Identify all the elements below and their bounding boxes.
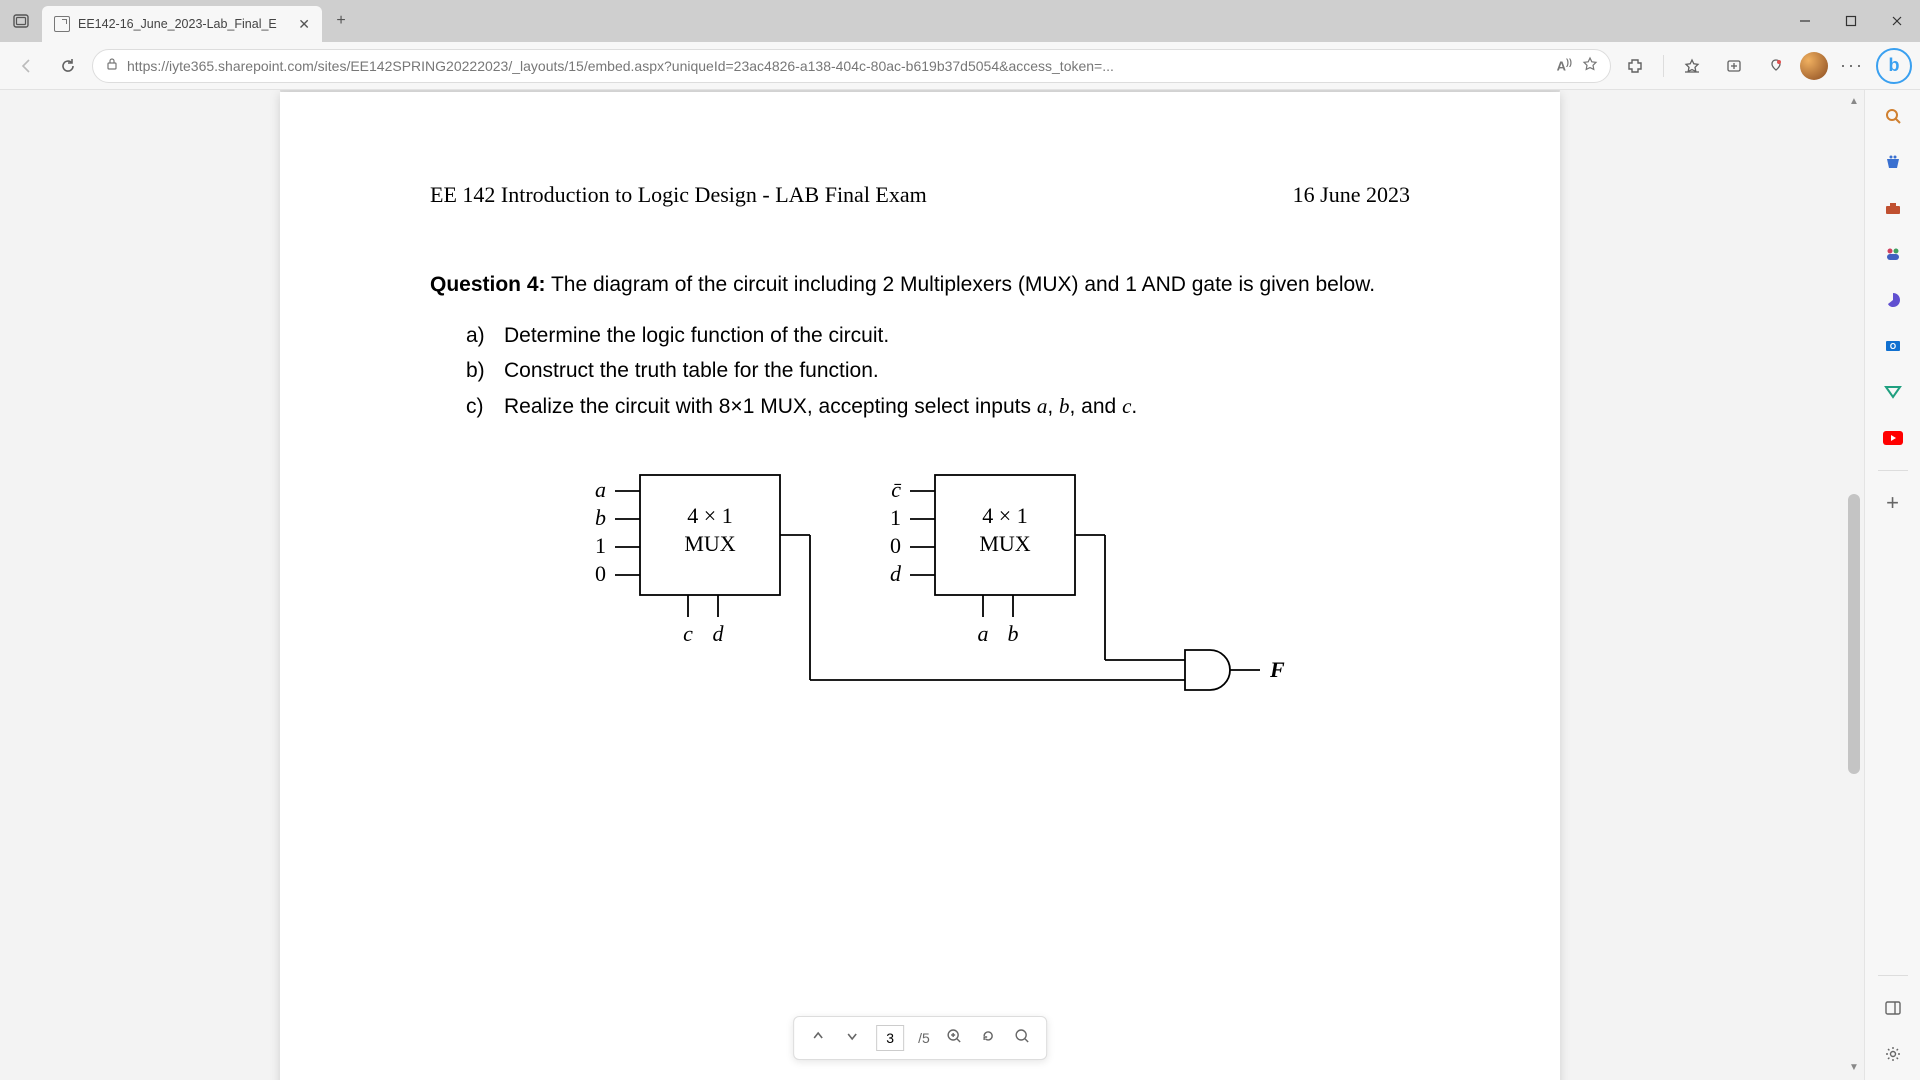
svg-text:1: 1 <box>890 505 901 530</box>
drop-icon[interactable] <box>1879 378 1907 406</box>
part-c-text: Realize the circuit with 8×1 MUX, accept… <box>504 389 1137 425</box>
minimize-button[interactable] <box>1782 0 1828 42</box>
add-sidebar-button[interactable]: + <box>1879 489 1907 517</box>
svg-text:c: c <box>683 621 693 646</box>
close-window-button[interactable] <box>1874 0 1920 42</box>
page-total: /5 <box>918 1030 930 1046</box>
favorite-icon[interactable] <box>1582 56 1598 75</box>
url-text: https://iyte365.sharepoint.com/sites/EE1… <box>127 58 1549 74</box>
svg-text:b: b <box>1008 621 1019 646</box>
part-c-label: c) <box>466 389 490 425</box>
browser-tab[interactable]: EE142-16_June_2023-Lab_Final_E ✕ <box>42 6 322 42</box>
rotate-button[interactable] <box>978 1028 998 1049</box>
svg-text:F: F <box>1269 657 1285 682</box>
svg-text:4 × 1: 4 × 1 <box>687 503 732 528</box>
svg-text:0: 0 <box>890 533 901 558</box>
scroll-up-icon[interactable]: ▲ <box>1846 94 1862 110</box>
question-text: The diagram of the circuit including 2 M… <box>546 273 1376 296</box>
close-tab-icon[interactable]: ✕ <box>298 16 310 33</box>
pdf-toolbar: /5 <box>793 1016 1047 1060</box>
svg-text:c̄: c̄ <box>891 477 902 502</box>
svg-text:O: O <box>1889 342 1895 351</box>
circuit-diagram: 4 × 1 MUX a b 1 0 c d <box>570 465 1410 730</box>
svg-text:MUX: MUX <box>684 531 735 556</box>
doc-course-title: EE 142 Introduction to Logic Design - LA… <box>430 182 927 208</box>
shopping-icon[interactable] <box>1879 148 1907 176</box>
outlook-icon[interactable]: O <box>1879 332 1907 360</box>
youtube-icon[interactable] <box>1879 424 1907 452</box>
document-page: EE 142 Introduction to Logic Design - LA… <box>280 92 1560 1080</box>
page-number-input[interactable] <box>876 1025 904 1051</box>
maximize-button[interactable] <box>1828 0 1874 42</box>
file-icon <box>54 16 70 32</box>
extensions-icon[interactable] <box>1617 48 1653 84</box>
back-button[interactable] <box>8 48 44 84</box>
read-aloud-icon[interactable]: A)) <box>1557 57 1572 73</box>
browser-essentials-icon[interactable] <box>1758 48 1794 84</box>
svg-text:d: d <box>713 621 725 646</box>
games-icon[interactable] <box>1879 240 1907 268</box>
svg-text:MUX: MUX <box>979 531 1030 556</box>
zoom-in-button[interactable] <box>944 1028 964 1049</box>
scroll-down-icon[interactable]: ▼ <box>1846 1060 1862 1076</box>
lock-icon <box>105 57 119 74</box>
new-tab-button[interactable]: + <box>326 6 356 36</box>
part-a-text: Determine the logic function of the circ… <box>504 318 889 354</box>
scrollbar[interactable]: ▲ ▼ <box>1846 94 1862 1076</box>
svg-text:a: a <box>978 621 989 646</box>
more-button[interactable]: ··· <box>1834 48 1870 84</box>
bing-button[interactable]: b <box>1876 48 1912 84</box>
search-icon[interactable] <box>1879 102 1907 130</box>
svg-text:a: a <box>595 477 606 502</box>
prev-page-button[interactable] <box>808 1029 828 1048</box>
svg-text:b: b <box>595 505 606 530</box>
office-icon[interactable] <box>1879 286 1907 314</box>
favorites-button[interactable] <box>1674 48 1710 84</box>
part-a-label: a) <box>466 318 490 354</box>
tabs-overview-icon[interactable] <box>0 0 42 42</box>
profile-avatar[interactable] <box>1800 52 1828 80</box>
scroll-thumb[interactable] <box>1848 494 1860 774</box>
fit-page-button[interactable] <box>1012 1028 1032 1049</box>
tools-icon[interactable] <box>1879 194 1907 222</box>
tab-title: EE142-16_June_2023-Lab_Final_E <box>78 17 290 31</box>
part-b-text: Construct the truth table for the functi… <box>504 353 879 389</box>
part-b-label: b) <box>466 353 490 389</box>
next-page-button[interactable] <box>842 1029 862 1048</box>
svg-text:0: 0 <box>595 561 606 586</box>
refresh-button[interactable] <box>50 48 86 84</box>
edge-sidebar: O + <box>1864 90 1920 1080</box>
doc-date: 16 June 2023 <box>1293 182 1410 208</box>
settings-icon[interactable] <box>1879 1040 1907 1068</box>
svg-text:1: 1 <box>595 533 606 558</box>
address-bar[interactable]: https://iyte365.sharepoint.com/sites/EE1… <box>92 49 1611 83</box>
question-label: Question 4: <box>430 273 546 296</box>
collections-button[interactable] <box>1716 48 1752 84</box>
svg-text:d: d <box>890 561 902 586</box>
hide-sidebar-icon[interactable] <box>1879 994 1907 1022</box>
svg-text:4 × 1: 4 × 1 <box>982 503 1027 528</box>
